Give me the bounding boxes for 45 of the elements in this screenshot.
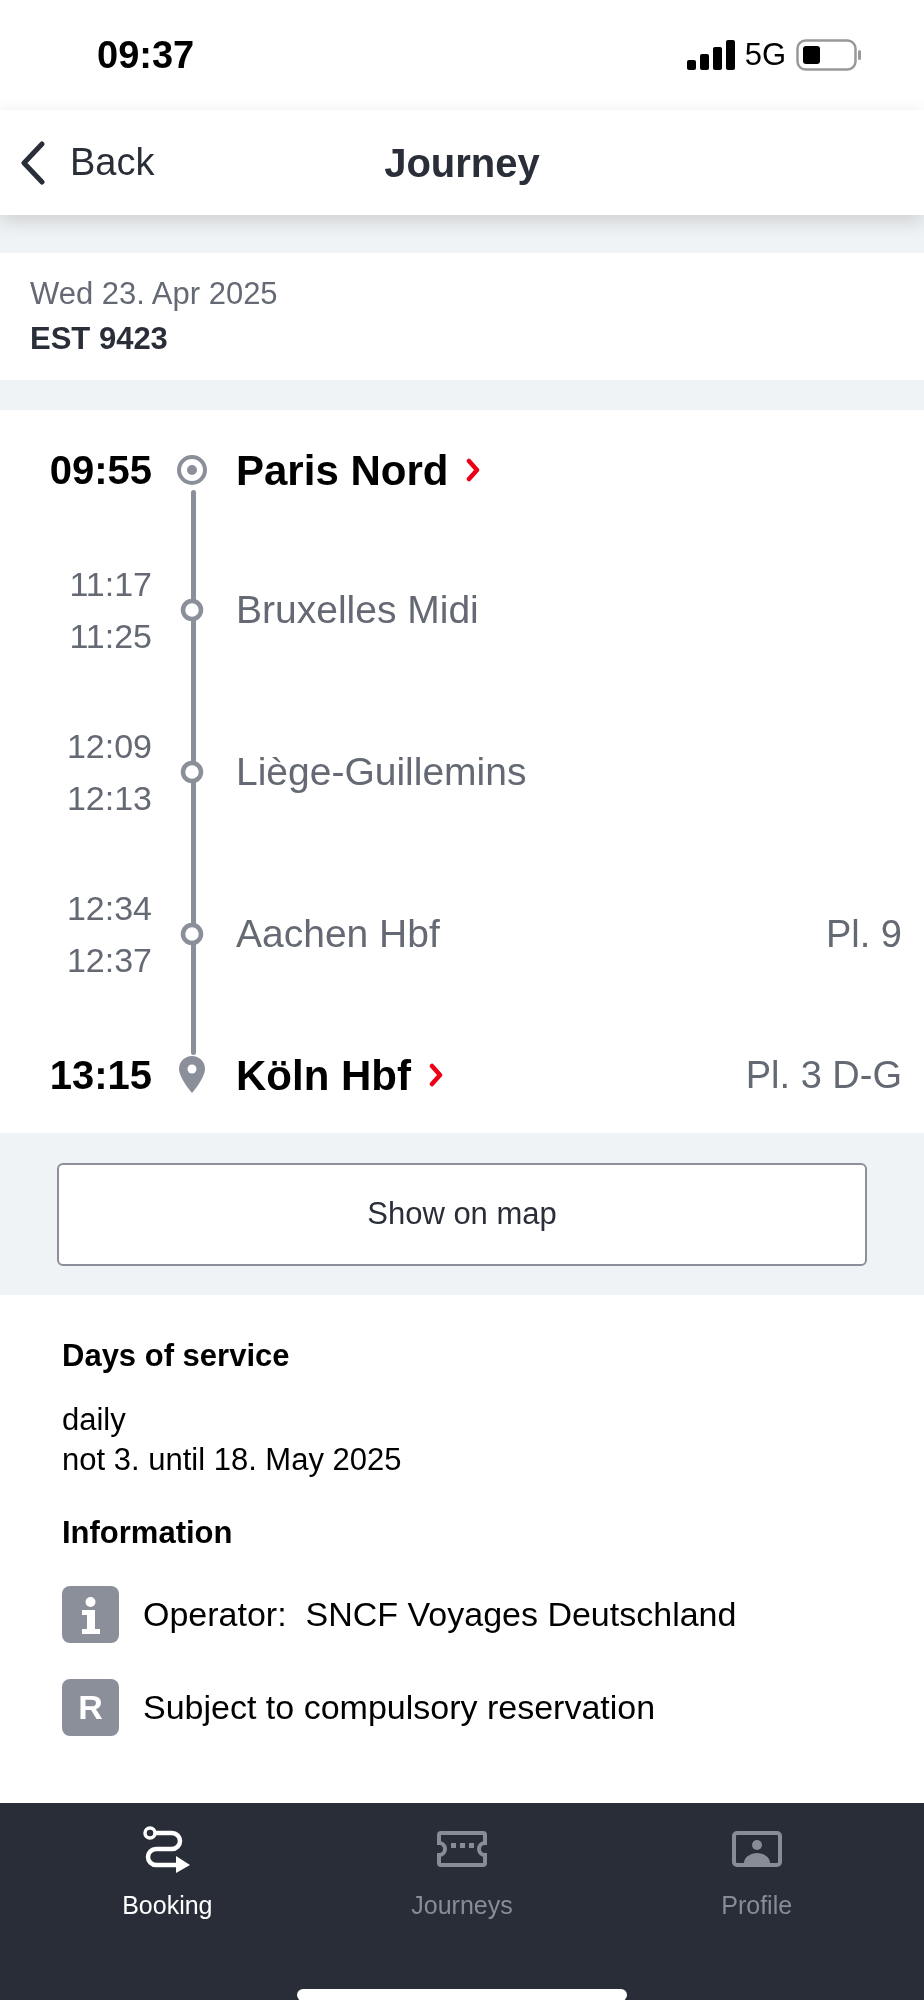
chevron-right-icon xyxy=(428,1063,443,1087)
back-button[interactable]: Back xyxy=(0,110,155,215)
chevron-left-icon xyxy=(20,140,46,185)
station-link[interactable]: Aachen Hbf xyxy=(236,904,440,964)
platform-label: Pl. 3 D-G xyxy=(745,1052,902,1098)
network-label: 5G xyxy=(744,35,786,74)
section-heading: Information xyxy=(62,1513,234,1552)
departure-time: 13:15 xyxy=(49,1055,152,1095)
profile-icon xyxy=(731,1831,782,1867)
ticket-icon xyxy=(437,1831,487,1867)
station-link[interactable]: Köln Hbf xyxy=(236,1043,443,1107)
signal-icon xyxy=(686,40,735,70)
info-icon xyxy=(62,1586,119,1643)
show-on-map-button[interactable]: Show on map xyxy=(57,1162,867,1266)
chevron-right-icon xyxy=(466,458,481,482)
info-text: Operator: SNCF Voyages Deutschland xyxy=(143,1594,737,1635)
stop-time: 12:37 xyxy=(66,940,152,981)
tab-bar-item[interactable]: Booking xyxy=(20,1803,315,1925)
stop-marker-icon xyxy=(180,760,204,784)
stop-marker-icon xyxy=(180,922,204,946)
station-link[interactable]: Bruxelles Midi xyxy=(236,580,479,640)
location-pin-icon xyxy=(178,1056,206,1094)
stop-marker-icon xyxy=(180,598,204,622)
origin-marker-icon xyxy=(176,454,208,486)
service-days-text: daily xyxy=(62,1400,127,1439)
service-days-text: not 3. until 18. May 2025 xyxy=(62,1440,403,1479)
status-time: 09:37 xyxy=(97,32,195,78)
tab-bar-item[interactable]: Profile xyxy=(609,1803,904,1925)
battery-icon xyxy=(796,39,862,71)
trip-date: Wed 23. Apr 2025 xyxy=(30,274,279,313)
stop-time: 12:13 xyxy=(66,778,152,819)
tab-bar-item[interactable]: Journeys xyxy=(314,1803,610,1925)
section-heading: Days of service xyxy=(62,1337,291,1375)
stop-time: 12:34 xyxy=(66,888,152,929)
stop-time: 12:09 xyxy=(66,726,152,767)
train-number: EST 9423 xyxy=(30,319,169,358)
station-link[interactable]: Liège-Guillemins xyxy=(236,742,527,802)
page-title: Journey xyxy=(384,139,540,187)
stop-time: 11:25 xyxy=(69,616,152,657)
reservation-badge: R xyxy=(62,1679,119,1736)
info-text: Subject to compulsory reservation xyxy=(143,1687,656,1728)
platform-label: Pl. 9 xyxy=(825,911,902,957)
departure-time: 09:55 xyxy=(49,450,152,490)
station-link[interactable]: Paris Nord xyxy=(236,438,481,502)
stop-time: 11:17 xyxy=(69,564,152,605)
